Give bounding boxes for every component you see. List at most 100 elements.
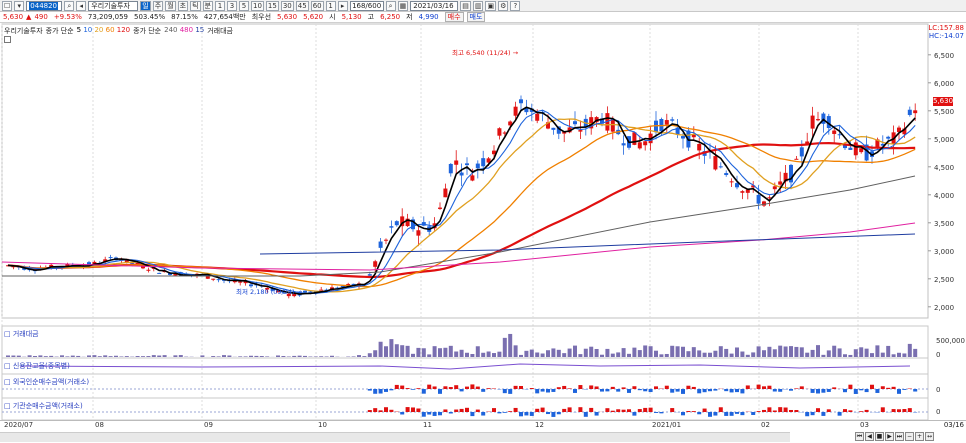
volume-bar [610,353,615,357]
fit-icon[interactable]: ↔ [925,432,934,441]
inst-flow-bar [465,407,469,412]
foreign-flow-bar [664,385,669,389]
inst-flow-bar [864,409,869,412]
volume-bar [265,356,270,357]
foreign-flow-bar [913,389,918,392]
foreign-flow-bar [367,389,372,391]
volume-bar [243,356,248,357]
candle-body [670,119,675,121]
volume-bar [826,350,831,357]
flow-axis-label: 0 [936,408,940,416]
candle-body [551,127,556,130]
inst-flow-bar [756,411,761,412]
foreign-flow-bar [610,386,615,389]
volume-bar [281,356,286,357]
volume-bar [292,355,297,357]
inst-flow-bar [416,408,421,412]
volume-bar [297,355,302,357]
volume-bar [600,354,604,357]
inst-flow-bar [880,407,885,412]
foreign-flow-bar [799,386,804,389]
foreign-flow-bar [870,384,874,389]
foreign-flow-bar [443,386,448,389]
candle-body [513,106,518,116]
inst-flow-bar [567,407,572,412]
inst-flow-bar [637,409,642,412]
volume-bar [783,346,788,357]
candle-body [475,163,480,169]
price-chart[interactable]: 6,500 6,000 5,500 5,000 4,500 4,000 3,500 3,000… [0,0,966,443]
candle-body [519,99,523,104]
volume-bar [897,352,901,357]
last-icon[interactable]: ⏭ [895,432,904,441]
subpanel-volume-label[interactable]: □ 거래대금 [4,329,39,339]
volume-bar [621,348,626,357]
volume-bar [637,350,642,357]
volume-bar [735,347,739,357]
volume-bar [178,355,183,357]
inst-flow-bar [432,412,437,416]
volume-bar [427,354,432,357]
foreign-flow-bar [621,387,626,389]
candle-body [578,130,583,132]
low-annotation: 최저 2,180 (09/24) → [236,287,303,296]
candle-body [681,136,685,139]
inst-flow-bar [481,412,486,416]
volume-bar [119,356,124,357]
x-axis-label: 12 [535,421,544,429]
inst-flow-bar [891,409,896,412]
inst-flow-bar [454,409,459,412]
zoom-out-icon[interactable]: − [905,432,914,441]
candle-body [481,158,486,167]
foreign-flow-bar [567,388,572,389]
candle-body [459,172,464,176]
inst-flow-bar [897,409,901,412]
volume-bar [632,347,637,357]
subpanel-foreign-label[interactable]: □ 외국인순매수금액(거래소) [4,377,89,387]
inst-flow-bar [648,407,653,412]
zoom-in-icon[interactable]: + [915,432,924,441]
forward-icon[interactable]: ▶ [885,432,894,441]
foreign-flow-bar [556,387,561,389]
inst-flow-bar [659,412,664,414]
candle-body [637,142,642,149]
back-icon[interactable]: ◀ [865,432,874,441]
volume-bar [848,354,853,357]
foreign-flow-bar [713,389,718,391]
candle-body [394,221,399,226]
subpanel-credit-label[interactable]: □ 신용잔고율(종목별) [4,361,70,371]
candle-body [216,279,221,281]
inst-flow-bar [848,410,853,412]
foreign-flow-bar [778,389,783,392]
volume-bar [902,353,907,357]
x-axis-label: 08 [95,421,104,429]
inst-flow-bar [378,410,383,412]
volume-bar [443,347,448,357]
foreign-flow-bar [875,389,880,393]
foreign-flow-bar [702,389,707,393]
foreign-flow-bar [535,389,540,394]
inst-flow-bar [767,407,772,412]
volume-bar [103,355,108,357]
foreign-flow-bar [454,385,459,389]
horizontal-scrollbar[interactable] [0,432,790,442]
volume-bar [378,341,383,357]
inst-flow-bar [508,411,513,412]
first-icon[interactable]: ⏮ [855,432,864,441]
foreign-flow-bar [880,386,885,389]
volume-bar [162,355,167,357]
credit-line [19,363,911,370]
inst-flow-bar [411,407,415,412]
x-axis-label: 2020/07 [4,421,34,429]
price-axis-label: 4,000 [934,192,954,200]
volume-bar [432,346,437,357]
subpanel-inst-label[interactable]: □ 기관순매수금액(거래소) [4,401,83,411]
volume-bar [762,350,766,357]
candle-body [756,194,761,204]
inst-flow-bar [594,412,599,416]
stop-icon[interactable]: ■ [875,432,884,441]
volume-bar [222,355,226,357]
inst-flow-bar [389,409,394,412]
volume-bar [864,348,869,357]
foreign-flow-bar [767,385,772,389]
